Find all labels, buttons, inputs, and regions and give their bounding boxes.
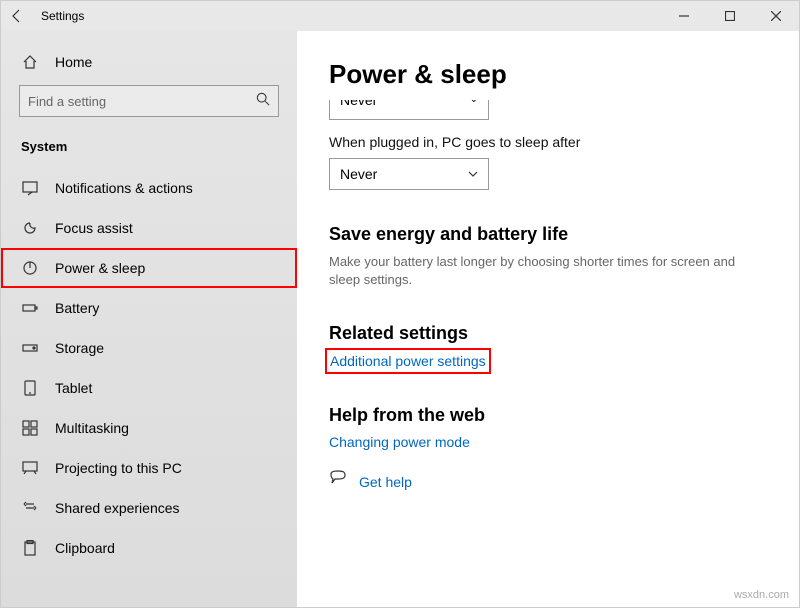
sidebar-item-label: Notifications & actions xyxy=(55,180,193,196)
related-settings-heading: Related settings xyxy=(329,323,767,344)
close-button[interactable] xyxy=(753,1,799,31)
clipboard-icon xyxy=(21,539,39,557)
sidebar-item-label: Shared experiences xyxy=(55,500,180,516)
focus-assist-icon xyxy=(21,219,39,237)
search-box[interactable] xyxy=(19,85,279,117)
search-icon xyxy=(256,92,270,111)
sidebar-item-label: Power & sleep xyxy=(55,260,145,276)
sidebar-item-label: Multitasking xyxy=(55,420,129,436)
sidebar-item-label: Tablet xyxy=(55,380,92,396)
dropdown-value: Never xyxy=(340,100,377,108)
shared-icon xyxy=(21,499,39,517)
sidebar-section-label: System xyxy=(1,135,297,168)
search-input[interactable] xyxy=(28,94,256,109)
page-title: Power & sleep xyxy=(329,59,767,90)
tablet-icon xyxy=(21,379,39,397)
titlebar: Settings xyxy=(1,1,799,31)
sidebar-item-tablet[interactable]: Tablet xyxy=(1,368,297,408)
dropdown-screen-sleep-partial[interactable]: Never ⌄ xyxy=(329,100,489,120)
back-icon[interactable] xyxy=(9,8,25,24)
changing-power-mode-link[interactable]: Changing power mode xyxy=(329,434,470,450)
maximize-button[interactable] xyxy=(707,1,753,31)
window-title: Settings xyxy=(41,9,84,23)
sidebar-home[interactable]: Home xyxy=(1,47,297,85)
get-help-icon xyxy=(329,470,347,493)
sidebar-item-battery[interactable]: Battery xyxy=(1,288,297,328)
storage-icon xyxy=(21,339,39,357)
chevron-down-icon xyxy=(468,166,478,182)
settings-window: Settings Home System Notifications & act… xyxy=(0,0,800,608)
watermark: wsxdn.com xyxy=(734,589,789,601)
dropdown-value: Never xyxy=(340,166,377,182)
sidebar-item-label: Focus assist xyxy=(55,220,133,236)
save-energy-heading: Save energy and battery life xyxy=(329,224,767,245)
sidebar: Home System Notifications & actions Focu… xyxy=(1,31,297,607)
notifications-icon xyxy=(21,179,39,197)
dropdown-plugged-in-sleep[interactable]: Never xyxy=(329,158,489,190)
sidebar-item-focus-assist[interactable]: Focus assist xyxy=(1,208,297,248)
content-pane: Power & sleep Never ⌄ When plugged in, P… xyxy=(297,31,799,607)
window-controls xyxy=(661,1,799,31)
chevron-down-icon: ⌄ xyxy=(470,100,478,105)
sidebar-item-label: Clipboard xyxy=(55,540,115,556)
sidebar-home-label: Home xyxy=(55,54,92,70)
home-icon xyxy=(21,53,39,71)
sidebar-item-power-sleep[interactable]: Power & sleep xyxy=(1,248,297,288)
sidebar-item-multitasking[interactable]: Multitasking xyxy=(1,408,297,448)
sidebar-item-storage[interactable]: Storage xyxy=(1,328,297,368)
projecting-icon xyxy=(21,459,39,477)
save-energy-description: Make your battery last longer by choosin… xyxy=(329,253,749,289)
get-help-row[interactable]: Get help xyxy=(329,470,767,493)
sidebar-item-shared-experiences[interactable]: Shared experiences xyxy=(1,488,297,528)
plugged-in-sleep-label: When plugged in, PC goes to sleep after xyxy=(329,134,767,150)
multitasking-icon xyxy=(21,419,39,437)
sidebar-item-label: Projecting to this PC xyxy=(55,460,182,476)
battery-icon xyxy=(21,299,39,317)
sidebar-item-clipboard[interactable]: Clipboard xyxy=(1,528,297,568)
additional-power-settings-link[interactable]: Additional power settings xyxy=(329,352,487,370)
power-icon xyxy=(21,259,39,277)
sidebar-item-notifications[interactable]: Notifications & actions xyxy=(1,168,297,208)
get-help-link[interactable]: Get help xyxy=(359,474,412,490)
help-from-web-heading: Help from the web xyxy=(329,405,767,426)
sidebar-item-label: Battery xyxy=(55,300,99,316)
minimize-button[interactable] xyxy=(661,1,707,31)
sidebar-item-label: Storage xyxy=(55,340,104,356)
sidebar-item-projecting[interactable]: Projecting to this PC xyxy=(1,448,297,488)
